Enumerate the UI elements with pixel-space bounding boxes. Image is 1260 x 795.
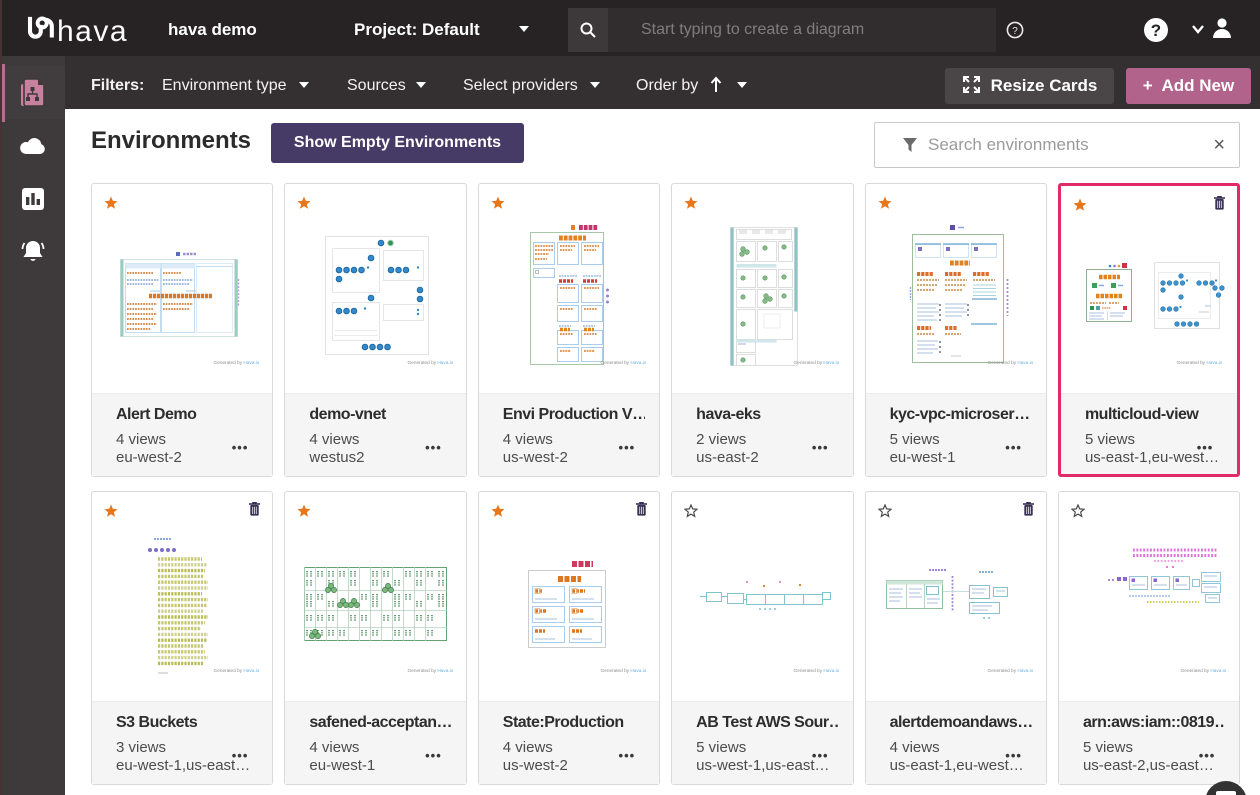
svg-text:?: ? bbox=[1151, 21, 1161, 40]
svg-text:?: ? bbox=[1012, 26, 1018, 37]
